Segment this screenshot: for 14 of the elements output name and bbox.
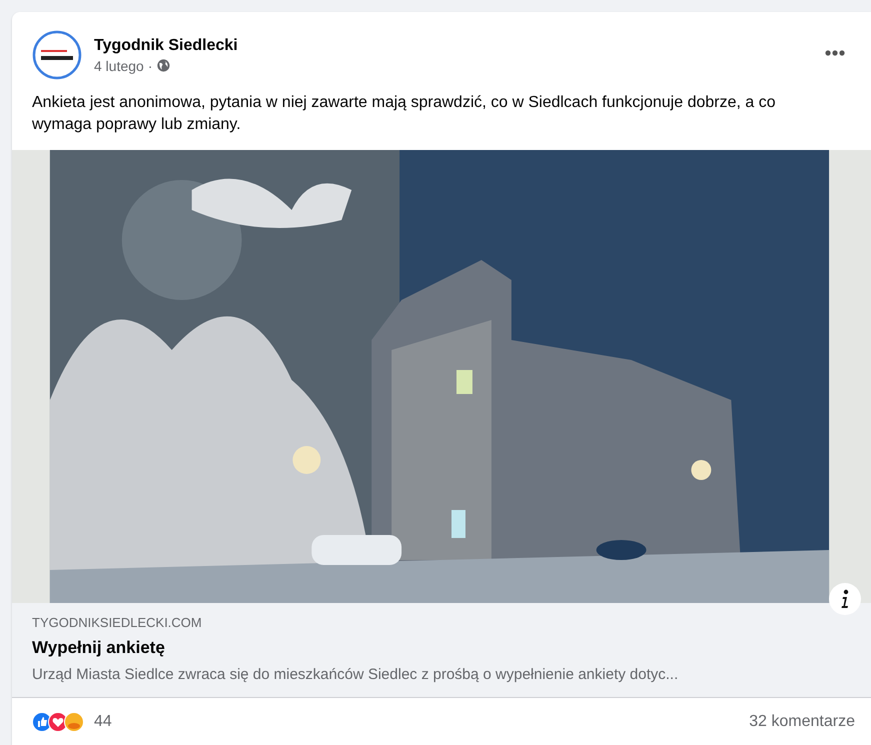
separator: · bbox=[148, 58, 152, 74]
post-text: Ankieta jest anonimowa, pytania w niej zawarte mają sprawdzić, co w Siedlcach funkcjonuje dobrze, a co wymaga poprawy lub zmiany. bbox=[32, 93, 776, 135]
globe-icon bbox=[156, 59, 170, 72]
logo-icon bbox=[32, 30, 82, 80]
author-name[interactable]: Tygodnik Siedlecki bbox=[94, 36, 813, 54]
more-options-icon[interactable] bbox=[825, 50, 845, 56]
link-domain: TYGODNIKSIEDLECKI.COM bbox=[32, 615, 203, 631]
reaction-count[interactable]: 44 bbox=[94, 713, 112, 731]
post-date[interactable]: 4 lutego bbox=[94, 58, 144, 74]
comments-count[interactable]: 32 komentarze bbox=[749, 713, 855, 731]
link-preview[interactable]: TYGODNIKSIEDLECKI.COM Wypełnij ankietę Urząd Miasta Siedlce zwraca się do mieszkańców Siedlec z prośbą o wypełnienie ankiety dotyc... bbox=[12, 603, 871, 698]
info-icon[interactable] bbox=[829, 583, 861, 615]
link-description: Urząd Miasta Siedlce zwraca się do mieszkańców Siedlec z prośbą o wypełnienie ankiety dotyc... bbox=[32, 665, 680, 685]
link-title: Wypełnij ankietę bbox=[32, 637, 166, 659]
